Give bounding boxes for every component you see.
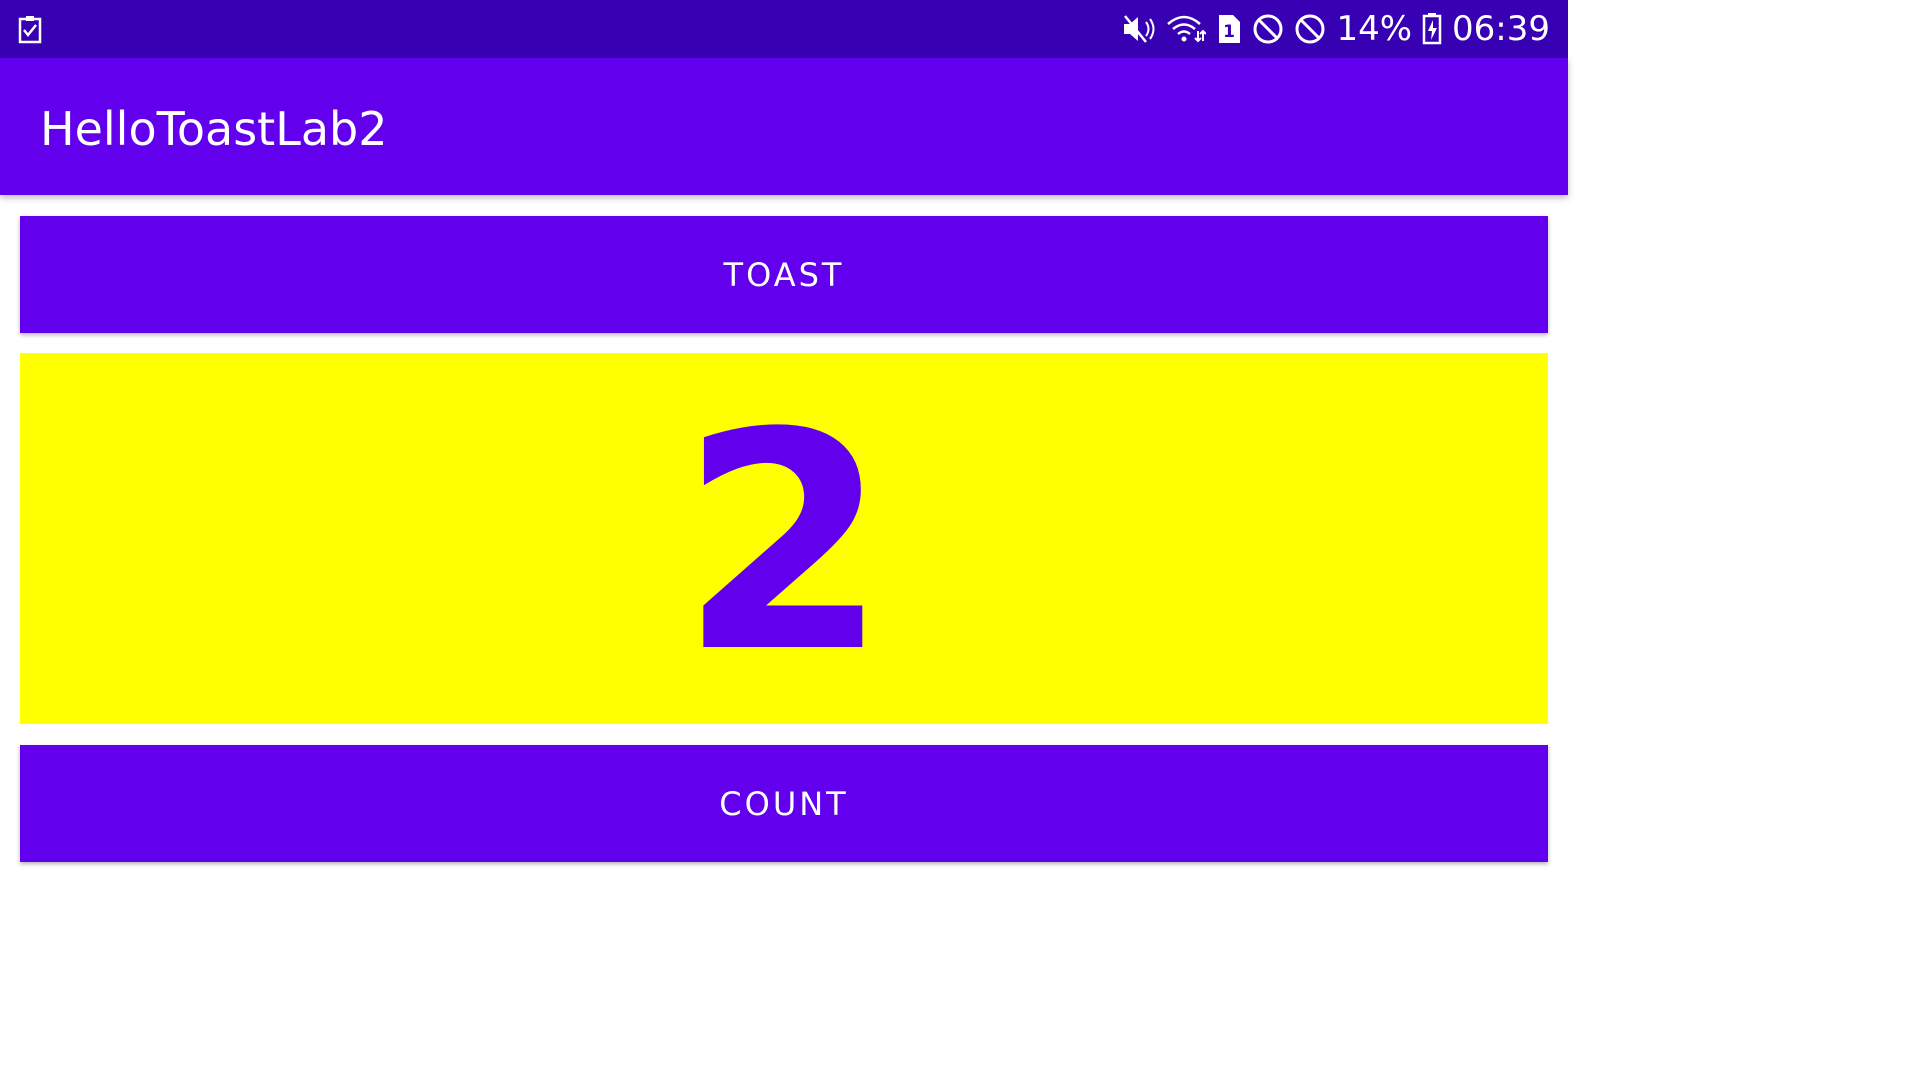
block-icon: [1252, 13, 1284, 45]
count-button[interactable]: COUNT: [20, 745, 1548, 862]
task-check-icon: [18, 16, 42, 44]
sim-1-icon: 1: [1216, 14, 1242, 44]
toast-button[interactable]: TOAST: [20, 216, 1548, 333]
status-bar: 1 14% 06:39: [0, 0, 1568, 58]
app-bar: HelloToastLab2: [0, 58, 1568, 195]
toast-button-label: TOAST: [723, 255, 845, 294]
count-button-label: COUNT: [719, 784, 849, 823]
clock: 06:39: [1452, 9, 1550, 49]
status-icons: 1 14% 06:39: [1122, 0, 1550, 58]
mute-icon: [1122, 13, 1156, 45]
app-title: HelloToastLab2: [40, 102, 388, 156]
count-value: 2: [679, 368, 889, 718]
sim-label: 1: [1224, 22, 1236, 42]
block-icon: [1294, 13, 1326, 45]
battery-percent: 14%: [1336, 9, 1413, 49]
count-display: 2: [20, 353, 1548, 724]
wifi-icon: [1166, 13, 1207, 45]
battery-charging-icon: [1422, 13, 1442, 45]
